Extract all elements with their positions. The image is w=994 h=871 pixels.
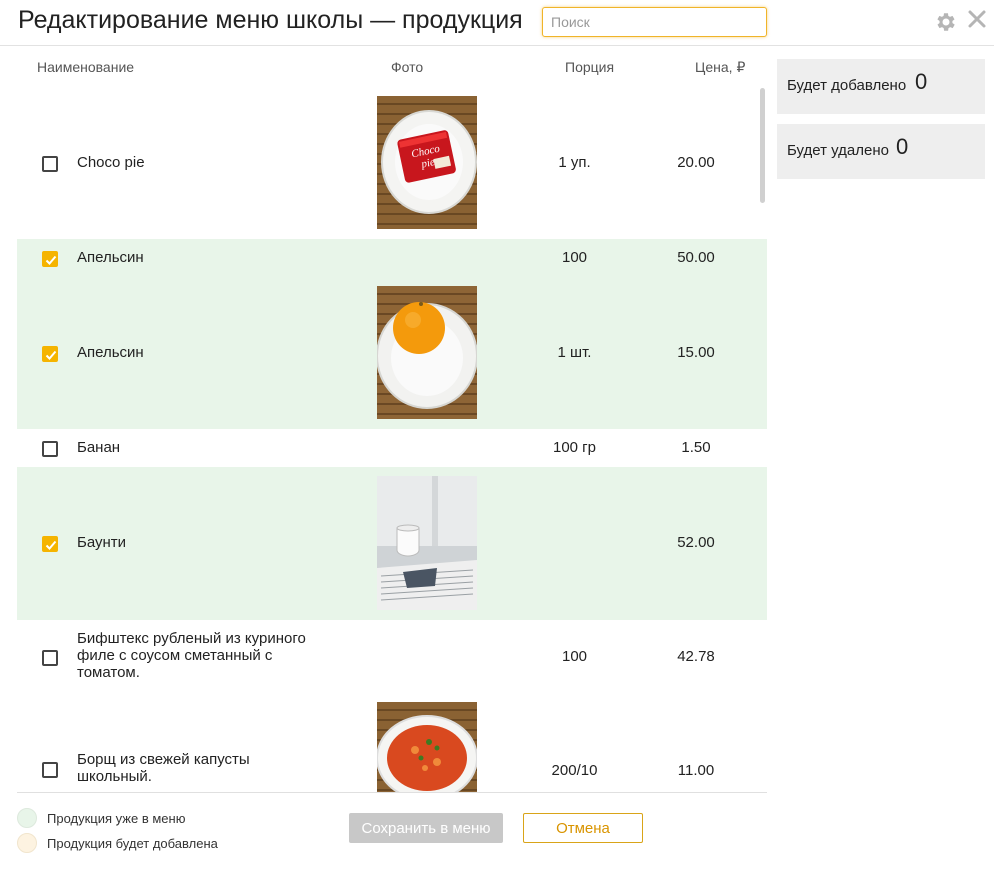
product-portion: 100 гр: [552, 439, 596, 456]
summary-removed: Будет удалено 0: [777, 124, 985, 179]
column-photo-header: Фото: [391, 59, 424, 75]
cancel-button[interactable]: Отмена: [523, 813, 643, 843]
row-checkbox[interactable]: [42, 251, 58, 267]
table-row[interactable]: Банан 100 гр 1.50: [17, 429, 767, 467]
close-icon[interactable]: [966, 8, 988, 30]
column-name-header[interactable]: Наименование: [37, 59, 134, 75]
table-row[interactable]: Апельсин 1 шт. 15.00: [17, 277, 767, 429]
legend-in-menu-label: Продукция уже в меню: [47, 811, 186, 826]
product-price: 15.00: [677, 344, 715, 361]
check-icon: [45, 350, 57, 360]
summary-removed-count: 0: [896, 134, 909, 159]
check-icon: [45, 255, 57, 265]
row-checkbox[interactable]: [42, 650, 58, 666]
product-name: Choco pie: [77, 154, 145, 171]
product-photo-bounty: [377, 476, 477, 610]
legend-orange-dot: [17, 833, 37, 853]
legend-to-add-label: Продукция будет добавлена: [47, 836, 218, 851]
row-checkbox[interactable]: [42, 441, 58, 457]
product-portion: 200/10: [551, 762, 598, 779]
table-row[interactable]: Бифштекс рубленый из куриного филе с соу…: [17, 620, 767, 702]
table-scrollbar[interactable]: [760, 88, 765, 203]
table-header: Наименование Фото Порция Цена, ₽: [17, 50, 767, 84]
product-name: Бифштекс рубленый из куриного филе с соу…: [77, 630, 306, 681]
product-price: 50.00: [677, 249, 715, 266]
products-table[interactable]: Choco pie Choco pie 1 уп. 20.00 Апельсин…: [17, 86, 767, 793]
product-photo-choco-pie: Choco pie: [377, 96, 477, 229]
row-checkbox[interactable]: [42, 762, 58, 778]
table-row[interactable]: Баунти 52.00: [17, 467, 767, 620]
row-checkbox[interactable]: [42, 536, 58, 552]
table-row[interactable]: Апельсин 100 50.00: [17, 239, 767, 277]
summary-added: Будет добавлено 0: [777, 59, 985, 114]
product-name: Баунти: [77, 534, 127, 551]
column-portion-header[interactable]: Порция: [565, 59, 614, 75]
table-row[interactable]: Choco pie Choco pie 1 уп. 20.00: [17, 86, 767, 239]
legend-green-dot: [17, 808, 37, 828]
header: Редактирование меню школы — продукция: [0, 0, 994, 46]
product-name: Апельсин: [77, 344, 144, 361]
search-input[interactable]: [542, 7, 767, 37]
product-photo-orange: [377, 286, 477, 419]
product-portion: 1 шт.: [557, 344, 592, 361]
product-portion: 100: [561, 648, 588, 665]
product-photo-borscht: [377, 702, 477, 792]
check-icon: [45, 540, 57, 550]
product-name: Борщ из свежей капусты школьный.: [77, 751, 250, 785]
summary-added-label: Будет добавлено: [787, 77, 907, 94]
product-price: 42.78: [677, 648, 715, 665]
column-price-header[interactable]: Цена, ₽: [695, 59, 745, 76]
product-portion: 1 уп.: [558, 154, 591, 171]
product-price: 11.00: [677, 762, 715, 779]
save-to-menu-button[interactable]: Сохранить в меню: [349, 813, 503, 843]
row-checkbox[interactable]: [42, 156, 58, 172]
product-name: Апельсин: [77, 249, 144, 266]
product-name: Банан: [77, 439, 121, 456]
summary-removed-label: Будет удалено: [787, 142, 889, 159]
page-title: Редактирование меню школы — продукция: [18, 6, 523, 34]
product-price: 1.50: [681, 439, 711, 456]
product-portion: 100: [561, 249, 588, 266]
product-price: 52.00: [677, 534, 715, 551]
product-price: 20.00: [677, 154, 715, 171]
table-row[interactable]: Борщ из свежей капусты школьный. 200/10 …: [17, 702, 767, 792]
summary-added-count: 0: [915, 69, 928, 94]
gear-icon[interactable]: [934, 10, 958, 34]
row-checkbox[interactable]: [42, 346, 58, 362]
